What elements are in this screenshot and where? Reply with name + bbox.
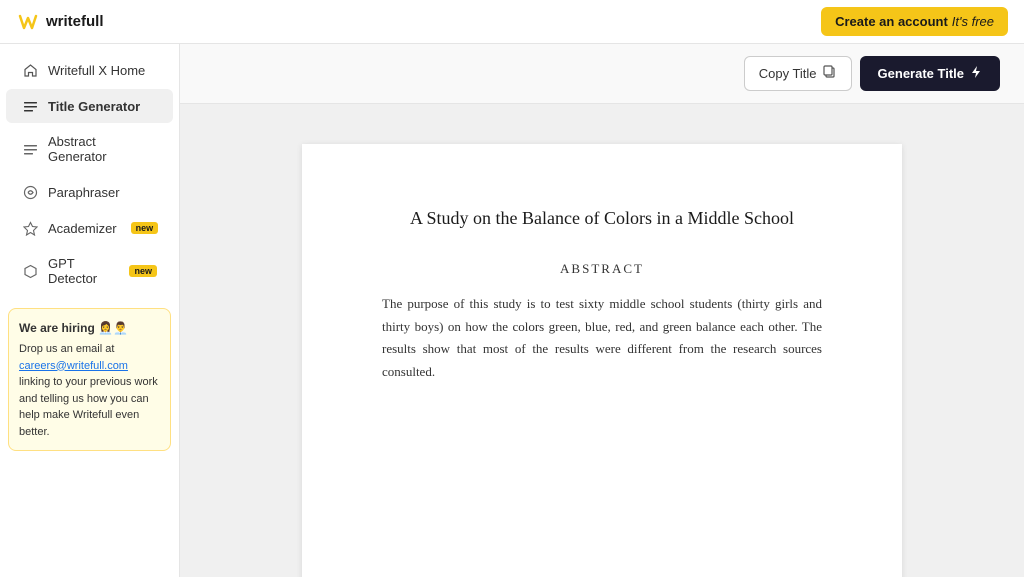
title-generator-icon: [22, 98, 38, 114]
sidebar: Writefull X Home Title Generator Abstrac…: [0, 44, 180, 577]
gpt-detector-icon: [22, 263, 38, 279]
document-area: A Study on the Balance of Colors in a Mi…: [180, 104, 1024, 577]
copy-title-button[interactable]: Copy Title: [744, 56, 852, 91]
sidebar-item-abstract-generator-label: Abstract Generator: [48, 134, 157, 164]
hiring-title: We are hiring 👩‍💼👨‍💼: [19, 319, 160, 337]
copy-icon: [823, 65, 837, 82]
content-area: Copy Title Generate Title A Study on the…: [180, 44, 1024, 577]
abstract-heading: ABSTRACT: [382, 261, 822, 277]
topbar: writefull Create an account It's free: [0, 0, 1024, 44]
abstract-generator-icon: [22, 141, 38, 157]
cta-label: Create an account: [835, 14, 948, 29]
academizer-badge: new: [131, 222, 159, 234]
home-icon: [22, 62, 38, 78]
copy-title-label: Copy Title: [759, 66, 817, 81]
abstract-text: The purpose of this study is to test six…: [382, 293, 822, 384]
toolbar: Copy Title Generate Title: [180, 44, 1024, 104]
document-title: A Study on the Balance of Colors in a Mi…: [382, 204, 822, 233]
hiring-body: Drop us an email at: [19, 343, 114, 355]
writefull-logo-icon: [16, 10, 40, 34]
sidebar-item-title-generator-label: Title Generator: [48, 99, 140, 114]
bolt-icon: [970, 65, 982, 82]
sidebar-item-home-label: Writefull X Home: [48, 63, 145, 78]
logo: writefull: [16, 10, 104, 34]
hiring-suffix: linking to your previous work and tellin…: [19, 376, 158, 438]
main-layout: Writefull X Home Title Generator Abstrac…: [0, 44, 1024, 577]
sidebar-item-abstract-generator[interactable]: Abstract Generator: [6, 125, 173, 173]
generate-title-label: Generate Title: [878, 66, 964, 81]
academizer-icon: [22, 220, 38, 236]
sidebar-item-gpt-detector-label: GPT Detector: [48, 256, 115, 286]
paraphraser-icon: [22, 184, 38, 200]
sidebar-item-academizer-label: Academizer: [48, 221, 117, 236]
gpt-detector-badge: new: [129, 265, 157, 277]
sidebar-item-title-generator[interactable]: Title Generator: [6, 89, 173, 123]
sidebar-item-paraphraser[interactable]: Paraphraser: [6, 175, 173, 209]
sidebar-item-paraphraser-label: Paraphraser: [48, 185, 120, 200]
sidebar-item-academizer[interactable]: Academizer new: [6, 211, 173, 245]
generate-title-button[interactable]: Generate Title: [860, 56, 1000, 91]
sidebar-item-home[interactable]: Writefull X Home: [6, 53, 173, 87]
cta-free: It's free: [952, 14, 994, 29]
sidebar-item-gpt-detector[interactable]: GPT Detector new: [6, 247, 173, 295]
hiring-email[interactable]: careers@writefull.com: [19, 360, 128, 372]
hiring-box: We are hiring 👩‍💼👨‍💼 Drop us an email at…: [8, 308, 171, 451]
logo-text: writefull: [46, 13, 104, 30]
document-paper: A Study on the Balance of Colors in a Mi…: [302, 144, 902, 577]
create-account-button[interactable]: Create an account It's free: [821, 7, 1008, 36]
